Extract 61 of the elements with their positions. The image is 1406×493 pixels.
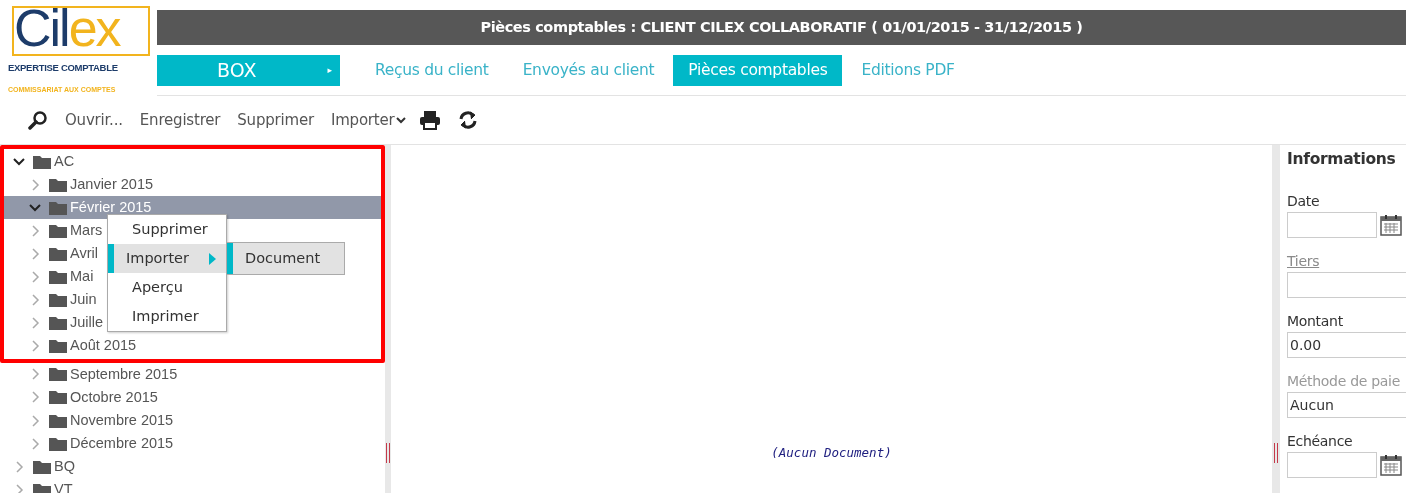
folder-icon bbox=[48, 199, 68, 216]
input-field[interactable] bbox=[1287, 212, 1377, 239]
tree-item[interactable]: Septembre 2015 bbox=[4, 362, 180, 386]
tree-item[interactable]: Octobre 2015 bbox=[4, 385, 160, 410]
tree-item[interactable]: Juille bbox=[4, 311, 106, 335]
field-label: Méthode de paie bbox=[1287, 372, 1401, 392]
tree-item[interactable]: Janvier 2015 bbox=[4, 173, 156, 197]
folder-icon bbox=[48, 269, 68, 285]
tree-item[interactable]: VT bbox=[4, 478, 75, 493]
folder-icon bbox=[48, 412, 68, 429]
field-label: Montant bbox=[1287, 312, 1344, 332]
folder-icon bbox=[48, 292, 68, 309]
field-label: Echéance bbox=[1287, 432, 1354, 452]
menu-item[interactable]: Aperçu bbox=[108, 273, 226, 302]
logo-tagline: EXPERTISE COMPTABLE bbox=[8, 63, 118, 73]
window-title: Pièces comptables : CLIENT CILEX COLLABORATIF ( 01/01/2015 - 31/12/2015 ) bbox=[157, 10, 1406, 45]
menu-item[interactable]: Supprimer bbox=[108, 215, 226, 244]
folder-icon bbox=[32, 153, 52, 170]
tree-item[interactable]: Juin bbox=[4, 288, 99, 312]
logo: Cilex bbox=[12, 6, 150, 56]
toolbar-button[interactable]: Enregistrer bbox=[139, 108, 221, 132]
folder-icon bbox=[48, 338, 68, 355]
menu-item[interactable]: Imprimer bbox=[108, 302, 226, 331]
tree-item[interactable]: Avril bbox=[4, 242, 100, 266]
field-label: Date bbox=[1287, 192, 1321, 212]
calendar-icon[interactable] bbox=[1380, 454, 1402, 477]
toolbar-button[interactable]: Ouvrir... bbox=[65, 108, 123, 132]
folder-icon bbox=[32, 458, 52, 475]
menu-item[interactable]: Importer bbox=[108, 244, 226, 273]
printer-icon[interactable] bbox=[418, 110, 441, 130]
tree-item[interactable]: BQ bbox=[4, 455, 77, 479]
folder-icon bbox=[48, 389, 68, 406]
caret-icon bbox=[394, 115, 407, 125]
import-dropdown[interactable]: Importer bbox=[330, 108, 407, 132]
arrow-icon: ▸ bbox=[327, 63, 332, 78]
tree-item[interactable]: Août 2015 bbox=[4, 334, 139, 358]
splitter-grip[interactable] bbox=[386, 443, 390, 463]
field-link[interactable]: Tiers bbox=[1287, 251, 1406, 273]
search-icon[interactable] bbox=[28, 110, 48, 130]
calendar-icon[interactable] bbox=[1380, 214, 1402, 237]
tree-item[interactable]: Mars bbox=[4, 219, 105, 243]
toolbar-button[interactable]: Supprimer bbox=[237, 108, 314, 132]
folder-icon bbox=[48, 222, 68, 239]
splitter-grip[interactable] bbox=[1274, 443, 1278, 463]
folder-icon bbox=[32, 481, 52, 493]
tree-item[interactable]: AC bbox=[4, 150, 77, 174]
panel-title: Informations bbox=[1287, 149, 1397, 170]
folder-icon bbox=[48, 435, 68, 452]
tree-item[interactable]: Mai bbox=[4, 265, 96, 289]
folder-icon bbox=[48, 366, 68, 383]
input-field[interactable] bbox=[1287, 452, 1377, 479]
folder-icon bbox=[48, 245, 68, 262]
menu-item[interactable]: Document bbox=[227, 243, 344, 274]
refresh-icon[interactable] bbox=[457, 110, 478, 130]
input-field[interactable] bbox=[1287, 272, 1406, 299]
tree-item[interactable]: Décembre 2015 bbox=[4, 432, 176, 456]
empty-message: (Aucun Document) bbox=[771, 444, 892, 463]
folder-icon bbox=[48, 315, 68, 332]
folder-icon bbox=[48, 176, 68, 193]
tree-item[interactable]: Novembre 2015 bbox=[4, 409, 176, 433]
input-field[interactable]: 0.00 bbox=[1287, 332, 1406, 359]
